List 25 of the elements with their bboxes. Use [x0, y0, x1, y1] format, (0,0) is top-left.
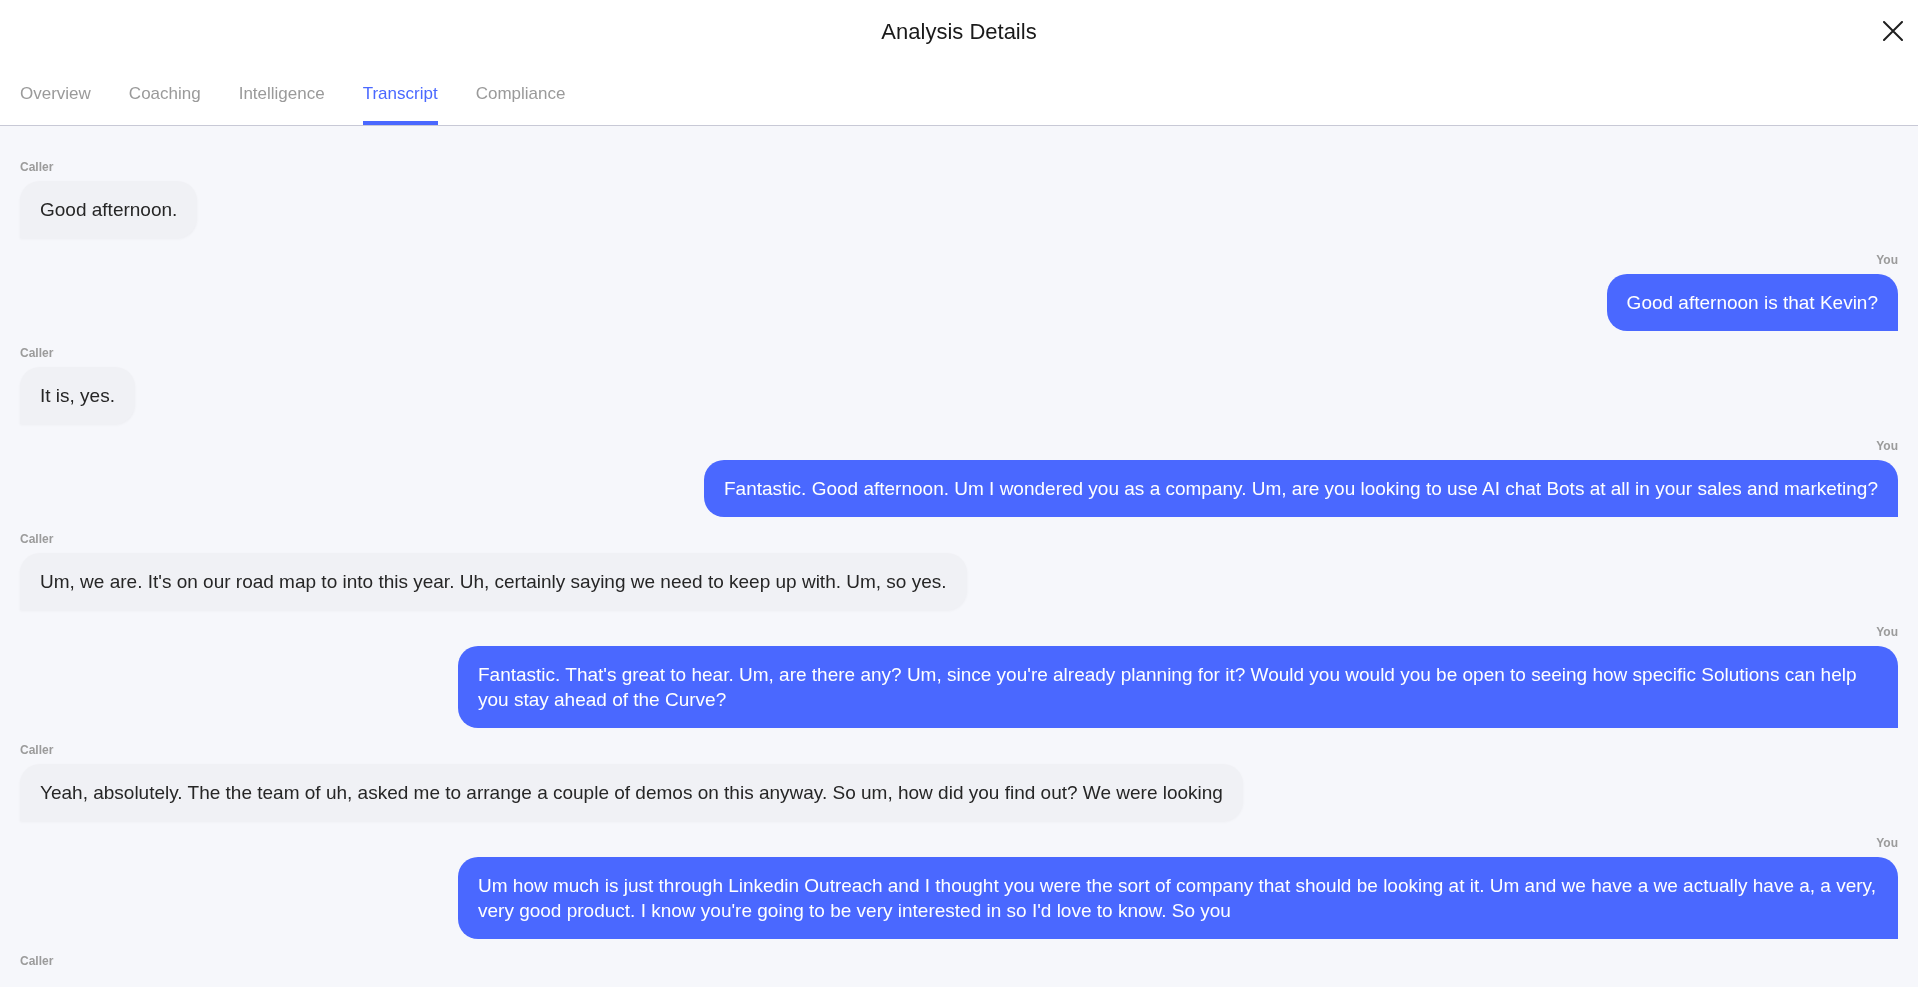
- user-message: Um how much is just through Linkedin Outreach and I thought you were the sort of company that should be looking at it. Um and we have a we actually have a, a very, very good product. I know you're going to be very interested in so I'd love to know. So you: [458, 857, 1898, 939]
- caller-message: Good afternoon.: [20, 181, 198, 238]
- user-label: You: [1876, 439, 1898, 453]
- close-icon: [1883, 21, 1903, 41]
- user-message: Good afternoon is that Kevin?: [1606, 274, 1898, 331]
- tab[interactable]: Compliance: [475, 62, 566, 125]
- caller-label: Caller: [20, 160, 54, 174]
- caller-label: Caller: [20, 532, 54, 546]
- window-title: Analysis Details: [881, 17, 1037, 46]
- tab[interactable]: Intelligence: [238, 62, 325, 125]
- user-label: You: [1876, 625, 1898, 639]
- caller-message: Yeah, absolutely. The the team of uh, asked me to arrange a couple of demos on this anyway. So um, how did you find out? We were looking: [20, 764, 1243, 821]
- caller-message: It is, yes.: [20, 367, 135, 424]
- close-button[interactable]: [1880, 18, 1906, 44]
- caller-label: Caller: [20, 743, 54, 757]
- caller-label: Caller: [20, 954, 54, 968]
- tab[interactable]: Overview: [20, 62, 91, 125]
- caller-message: Um, we are. It's on our road map to into this year. Uh, certainly saying we need to keep up with. Um, so yes.: [20, 553, 967, 610]
- user-message: Fantastic. Good afternoon. Um I wondered you as a company. Um, are you looking to use AI chat Bots at all in your sales and marketing?: [704, 460, 1898, 517]
- user-message: Fantastic. That's great to hear. Um, are there any? Um, since you're already planning for it? Would you would you be open to seeing how specific Solutions can help you stay ahead of the Curve?: [458, 646, 1898, 728]
- tab[interactable]: Transcript: [362, 62, 438, 125]
- caller-label: Caller: [20, 346, 54, 360]
- user-label: You: [1876, 836, 1898, 850]
- tab[interactable]: Coaching: [128, 62, 201, 125]
- user-label: You: [1876, 253, 1898, 267]
